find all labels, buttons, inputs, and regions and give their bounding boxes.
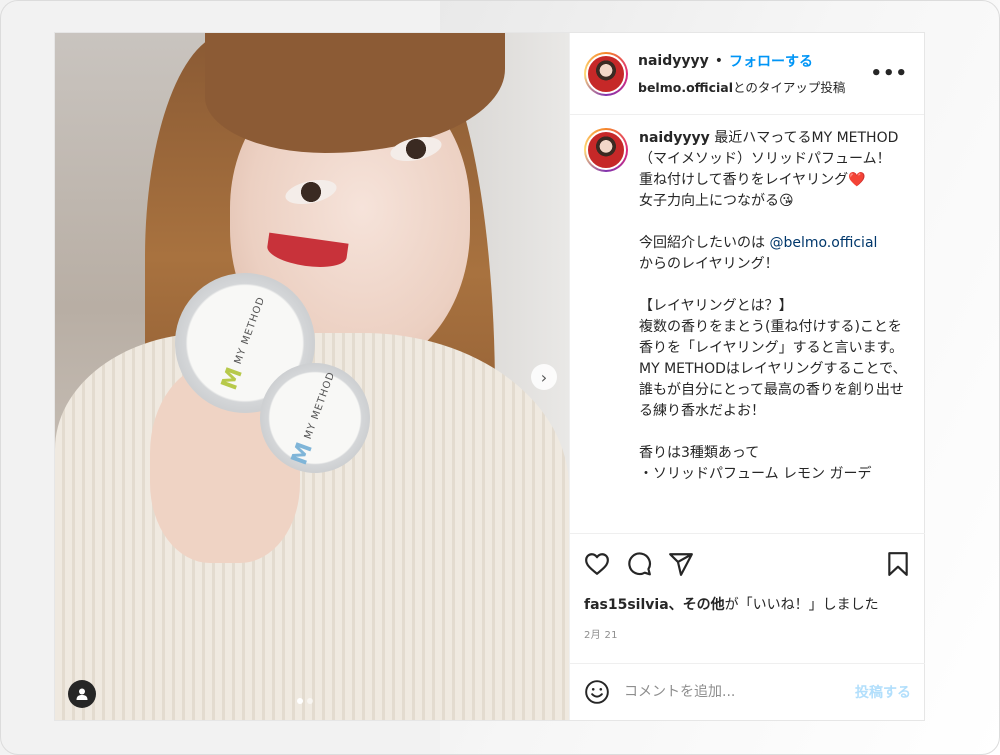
bookmark-icon[interactable]: [885, 551, 911, 577]
caption-area: naidyyyy 最近ハマってるMY METHOD（マイメソッド）ソリッドパフュ…: [570, 116, 925, 533]
tin-brand-label: MY METHOD: [302, 370, 337, 441]
caption-story-ring[interactable]: [584, 128, 628, 172]
header-text: naidyyyy • フォローする belmo.officialとのタイアップ投…: [638, 51, 870, 96]
paper-plane-icon[interactable]: [668, 551, 694, 577]
caption-body-2: からのレイヤリング！ 【レイヤリングとは？】 複数の香りをまとう(重ね付けする)…: [639, 256, 907, 482]
post-photo[interactable]: M MY METHOD M MY METHOD ›: [55, 33, 569, 720]
caption-avatar[interactable]: [586, 130, 626, 170]
avatar[interactable]: [586, 53, 626, 94]
post-card: M MY METHOD M MY METHOD › naidyyyy • フォロ…: [55, 33, 925, 720]
carousel-dot: [307, 698, 313, 704]
post-header: naidyyyy • フォローする belmo.officialとのタイアップ投…: [570, 33, 924, 115]
post-comment-button[interactable]: 投稿する: [855, 682, 911, 702]
partner-account-link[interactable]: belmo.official: [638, 80, 733, 95]
carousel-dots: [297, 698, 313, 704]
comment-icon[interactable]: [626, 551, 652, 577]
follow-button[interactable]: フォローする: [729, 51, 813, 71]
liker-username[interactable]: fas15silvia: [584, 597, 669, 613]
post-date[interactable]: 2月 21: [584, 626, 911, 641]
mention-link[interactable]: @belmo.official: [769, 235, 877, 251]
person-icon: [76, 688, 88, 700]
caption-username-link[interactable]: naidyyyy: [639, 130, 710, 146]
tagged-users-button[interactable]: [68, 680, 96, 708]
next-slide-button[interactable]: ›: [531, 364, 557, 390]
brand-mark-icon: M: [216, 363, 248, 394]
likes-summary[interactable]: fas15silvia、その他が「いいね！」しました: [584, 594, 911, 614]
more-options-icon[interactable]: •••: [870, 63, 908, 84]
post-sidebar: naidyyyy • フォローする belmo.officialとのタイアップ投…: [569, 33, 925, 720]
paid-partnership-line: belmo.officialとのタイアップ投稿: [638, 77, 870, 96]
partnership-label: とのタイアップ投稿: [733, 80, 846, 95]
chevron-right-icon: ›: [540, 367, 548, 387]
comment-form: 投稿する: [570, 663, 925, 720]
likes-suffix: が「いいね！」しました: [724, 597, 879, 613]
username-link[interactable]: naidyyyy: [638, 53, 709, 69]
tin-brand-label: MY METHOD: [232, 295, 267, 366]
action-bar: [584, 534, 911, 594]
separator-dot: •: [714, 53, 724, 69]
story-ring[interactable]: [584, 51, 628, 96]
brand-mark-icon: M: [286, 438, 318, 469]
likes-others[interactable]: 、その他: [669, 597, 725, 613]
carousel-dot: [297, 698, 303, 704]
comment-input[interactable]: [624, 684, 855, 700]
header-row-user: naidyyyy • フォローする: [638, 51, 870, 71]
heart-icon[interactable]: [584, 551, 610, 577]
caption-text: naidyyyy 最近ハマってるMY METHOD（マイメソッド）ソリッドパフュ…: [639, 128, 909, 533]
emoji-icon[interactable]: [584, 679, 610, 705]
caption-body-1: 最近ハマってるMY METHOD（マイメソッド）ソリッドパフューム！ 重ね付けし…: [639, 130, 899, 251]
